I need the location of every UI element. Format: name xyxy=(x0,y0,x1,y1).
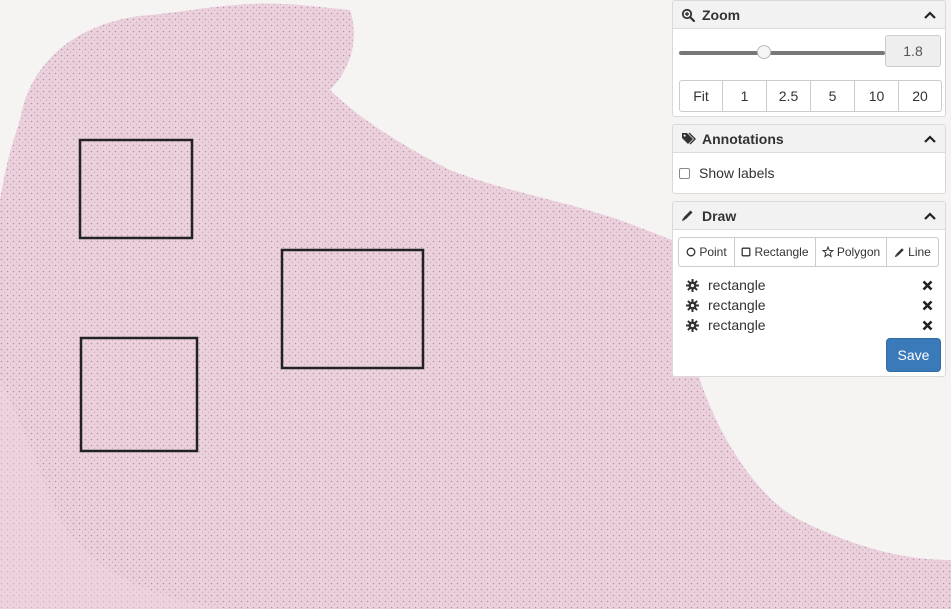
close-icon[interactable] xyxy=(922,300,934,311)
save-button[interactable]: Save xyxy=(886,338,941,372)
zoom-preset-1-button[interactable]: 1 xyxy=(722,80,767,112)
annotation-name: rectangle xyxy=(708,317,766,333)
zoom-value-field[interactable]: 1.8 xyxy=(885,35,941,67)
annotations-panel: Annotations Show labels xyxy=(672,124,946,194)
list-item[interactable]: rectangle xyxy=(686,315,934,335)
annotations-title: Annotations xyxy=(702,130,784,147)
draw-line-label: Line xyxy=(908,245,931,259)
zoom-preset-5-button[interactable]: 5 xyxy=(810,80,855,112)
pencil-icon xyxy=(681,209,697,222)
annotations-panel-header[interactable]: Annotations xyxy=(673,125,945,153)
show-labels-label[interactable]: Show labels xyxy=(699,165,775,181)
zoom-in-icon xyxy=(681,8,697,22)
star-icon xyxy=(821,246,834,258)
close-icon[interactable] xyxy=(922,280,934,291)
list-item[interactable]: rectangle xyxy=(686,295,934,315)
square-icon xyxy=(741,247,751,257)
draw-rectangle-label: Rectangle xyxy=(754,245,809,259)
zoom-slider-handle[interactable] xyxy=(757,45,771,59)
close-icon[interactable] xyxy=(922,320,934,331)
zoom-preset-20-button[interactable]: 20 xyxy=(898,80,942,112)
gear-icon[interactable] xyxy=(686,318,700,332)
zoom-preset-10-button[interactable]: 10 xyxy=(854,80,899,112)
tags-icon xyxy=(681,132,697,145)
draw-line-button[interactable]: Line xyxy=(886,237,939,267)
zoom-preset-2-5-button[interactable]: 2.5 xyxy=(766,80,811,112)
draw-panel: Draw Point Rectangle Polygon Line rectan… xyxy=(672,201,946,377)
gear-icon[interactable] xyxy=(686,278,700,292)
zoom-slider-row: 1.8 xyxy=(673,29,945,73)
draw-tool-group: Point Rectangle Polygon Line xyxy=(678,237,939,267)
draw-point-label: Point xyxy=(699,245,727,259)
annotation-list: rectangle rectangle rectangle xyxy=(686,275,934,335)
zoom-panel-header[interactable]: Zoom xyxy=(673,1,945,29)
zoom-preset-fit-button[interactable]: Fit xyxy=(679,80,723,112)
chevron-up-icon[interactable] xyxy=(923,132,937,146)
draw-point-button[interactable]: Point xyxy=(678,237,735,267)
draw-rectangle-button[interactable]: Rectangle xyxy=(734,237,816,267)
show-labels-row: Show labels xyxy=(673,153,945,193)
list-item[interactable]: rectangle xyxy=(686,275,934,295)
zoom-title: Zoom xyxy=(702,6,741,23)
zoom-slider-track[interactable] xyxy=(679,51,885,55)
chevron-up-icon[interactable] xyxy=(923,209,937,223)
gear-icon[interactable] xyxy=(686,298,700,312)
chevron-up-icon[interactable] xyxy=(923,8,937,22)
draw-title: Draw xyxy=(702,207,737,224)
draw-polygon-label: Polygon xyxy=(836,245,881,259)
zoom-panel: Zoom 1.8 Fit 1 2.5 5 10 20 xyxy=(672,0,946,117)
draw-panel-header[interactable]: Draw xyxy=(673,202,945,230)
circle-icon xyxy=(686,247,696,257)
zoom-preset-group: Fit 1 2.5 5 10 20 xyxy=(679,80,942,112)
annotation-name: rectangle xyxy=(708,297,766,313)
pencil-icon xyxy=(894,247,905,258)
annotation-name: rectangle xyxy=(708,277,766,293)
draw-polygon-button[interactable]: Polygon xyxy=(815,237,887,267)
show-labels-checkbox[interactable] xyxy=(679,167,690,179)
